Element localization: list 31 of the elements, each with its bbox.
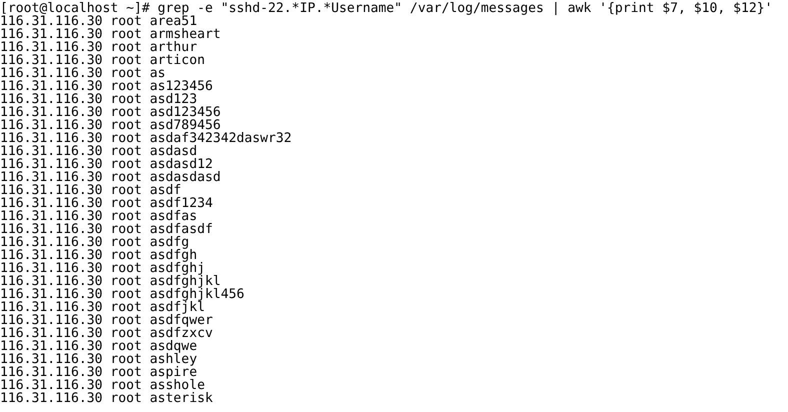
output-line: 116.31.116.30 root asdfjkl bbox=[0, 301, 205, 314]
output-line: 116.31.116.30 root arthur bbox=[0, 41, 198, 54]
output-line: 116.31.116.30 root ashley bbox=[0, 353, 198, 366]
output-line: 116.31.116.30 root asdasd12 bbox=[0, 158, 213, 171]
command-line: [root@localhost ~]# grep -e "sshd-22.*IP.*Username" /var/log/messages | awk '{print $7, $10, $12}' bbox=[0, 2, 773, 15]
output-line: 116.31.116.30 root asdfghjkl bbox=[0, 275, 221, 288]
output-line: 116.31.116.30 root asdf1234 bbox=[0, 197, 213, 210]
output-line: 116.31.116.30 root aspire bbox=[0, 366, 198, 379]
output-line: 116.31.116.30 root asdfasdf bbox=[0, 223, 213, 236]
output-line: 116.31.116.30 root asd789456 bbox=[0, 119, 221, 132]
output-line: 116.31.116.30 root asdasdasd bbox=[0, 171, 221, 184]
output-line: 116.31.116.30 root asdfas bbox=[0, 210, 198, 223]
output-line: 116.31.116.30 root asdfzxcv bbox=[0, 327, 213, 340]
output-line: 116.31.116.30 root asd123456 bbox=[0, 106, 221, 119]
output-line: 116.31.116.30 root asdfghj bbox=[0, 262, 205, 275]
output-line: 116.31.116.30 root asdfghjkl456 bbox=[0, 288, 244, 301]
output-line: 116.31.116.30 root asdasd bbox=[0, 145, 198, 158]
output-line: 116.31.116.30 root articon bbox=[0, 54, 205, 67]
output-line: 116.31.116.30 root asshole bbox=[0, 379, 205, 392]
output-line: 116.31.116.30 root asdfgh bbox=[0, 249, 198, 262]
output-line: 116.31.116.30 root as bbox=[0, 67, 166, 80]
output-line: 116.31.116.30 root as123456 bbox=[0, 80, 213, 93]
output-line: 116.31.116.30 root asdfqwer bbox=[0, 314, 213, 327]
output-line: 116.31.116.30 root asdaf342342daswr32 bbox=[0, 132, 292, 145]
output-line: 116.31.116.30 root asterisk bbox=[0, 392, 213, 405]
output-line: 116.31.116.30 root asdf bbox=[0, 184, 182, 197]
output-line: 116.31.116.30 root area51 bbox=[0, 15, 198, 28]
output-line: 116.31.116.30 root asd123 bbox=[0, 93, 198, 106]
output-line: 116.31.116.30 root armsheart bbox=[0, 28, 221, 41]
output-line: 116.31.116.30 root asdfg bbox=[0, 236, 190, 249]
output-line: 116.31.116.30 root asdqwe bbox=[0, 340, 198, 353]
